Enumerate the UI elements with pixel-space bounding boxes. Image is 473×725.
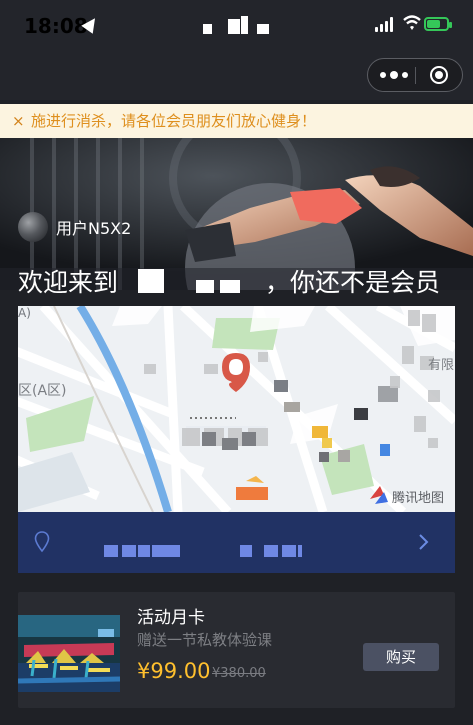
- more-dots-icon[interactable]: [380, 67, 410, 83]
- status-time: 18:08: [24, 14, 88, 38]
- map-view[interactable]: A) 区(A区) 有限 腾讯地图: [18, 306, 455, 512]
- mini-program-capsule[interactable]: [367, 58, 463, 92]
- address-bar[interactable]: [18, 512, 455, 573]
- close-circle-icon[interactable]: [429, 65, 449, 85]
- welcome-prefix: 欢迎来到: [18, 268, 119, 297]
- close-icon[interactable]: ×: [12, 104, 25, 138]
- buy-button[interactable]: 购买: [363, 643, 439, 671]
- capsule-divider: [415, 67, 416, 84]
- product-price: ¥99.00: [137, 659, 211, 683]
- signal-icon: [375, 16, 395, 32]
- gym-name-redacted: [220, 280, 240, 293]
- battery-level: [427, 20, 440, 28]
- page-title-redacted: [190, 16, 282, 34]
- product-description: 赠送一节私教体验课: [137, 631, 273, 649]
- notice-text: 施进行消杀，请各位会员朋友们放心健身！: [31, 112, 317, 130]
- location-pin-icon: [34, 531, 50, 553]
- welcome-suffix: ，你还不是会员: [265, 268, 441, 297]
- map-label-left-edge: 区(A区): [18, 383, 67, 399]
- product-image[interactable]: [18, 615, 120, 692]
- product-title: 活动月卡: [137, 608, 205, 628]
- battery-charging-icon: [424, 17, 452, 31]
- map-label-top-left: A): [18, 306, 31, 320]
- map-provider-label: 腾讯地图: [392, 490, 444, 506]
- wifi-icon: [403, 15, 421, 30]
- user-name: 用户N5X2: [56, 219, 132, 238]
- map-label-right-edge: 有限: [428, 358, 454, 373]
- gym-name-redacted: [196, 280, 214, 293]
- address-text-redacted: [104, 545, 304, 557]
- gym-name-redacted: [138, 269, 164, 293]
- avatar[interactable]: [18, 212, 48, 242]
- map-canvas[interactable]: A) 区(A区) 有限 腾讯地图: [18, 306, 455, 512]
- chevron-right-icon[interactable]: [416, 534, 430, 550]
- notice-bar: × 施进行消杀，请各位会员朋友们放心健身！: [0, 104, 473, 138]
- original-price: ¥380.00: [212, 666, 266, 681]
